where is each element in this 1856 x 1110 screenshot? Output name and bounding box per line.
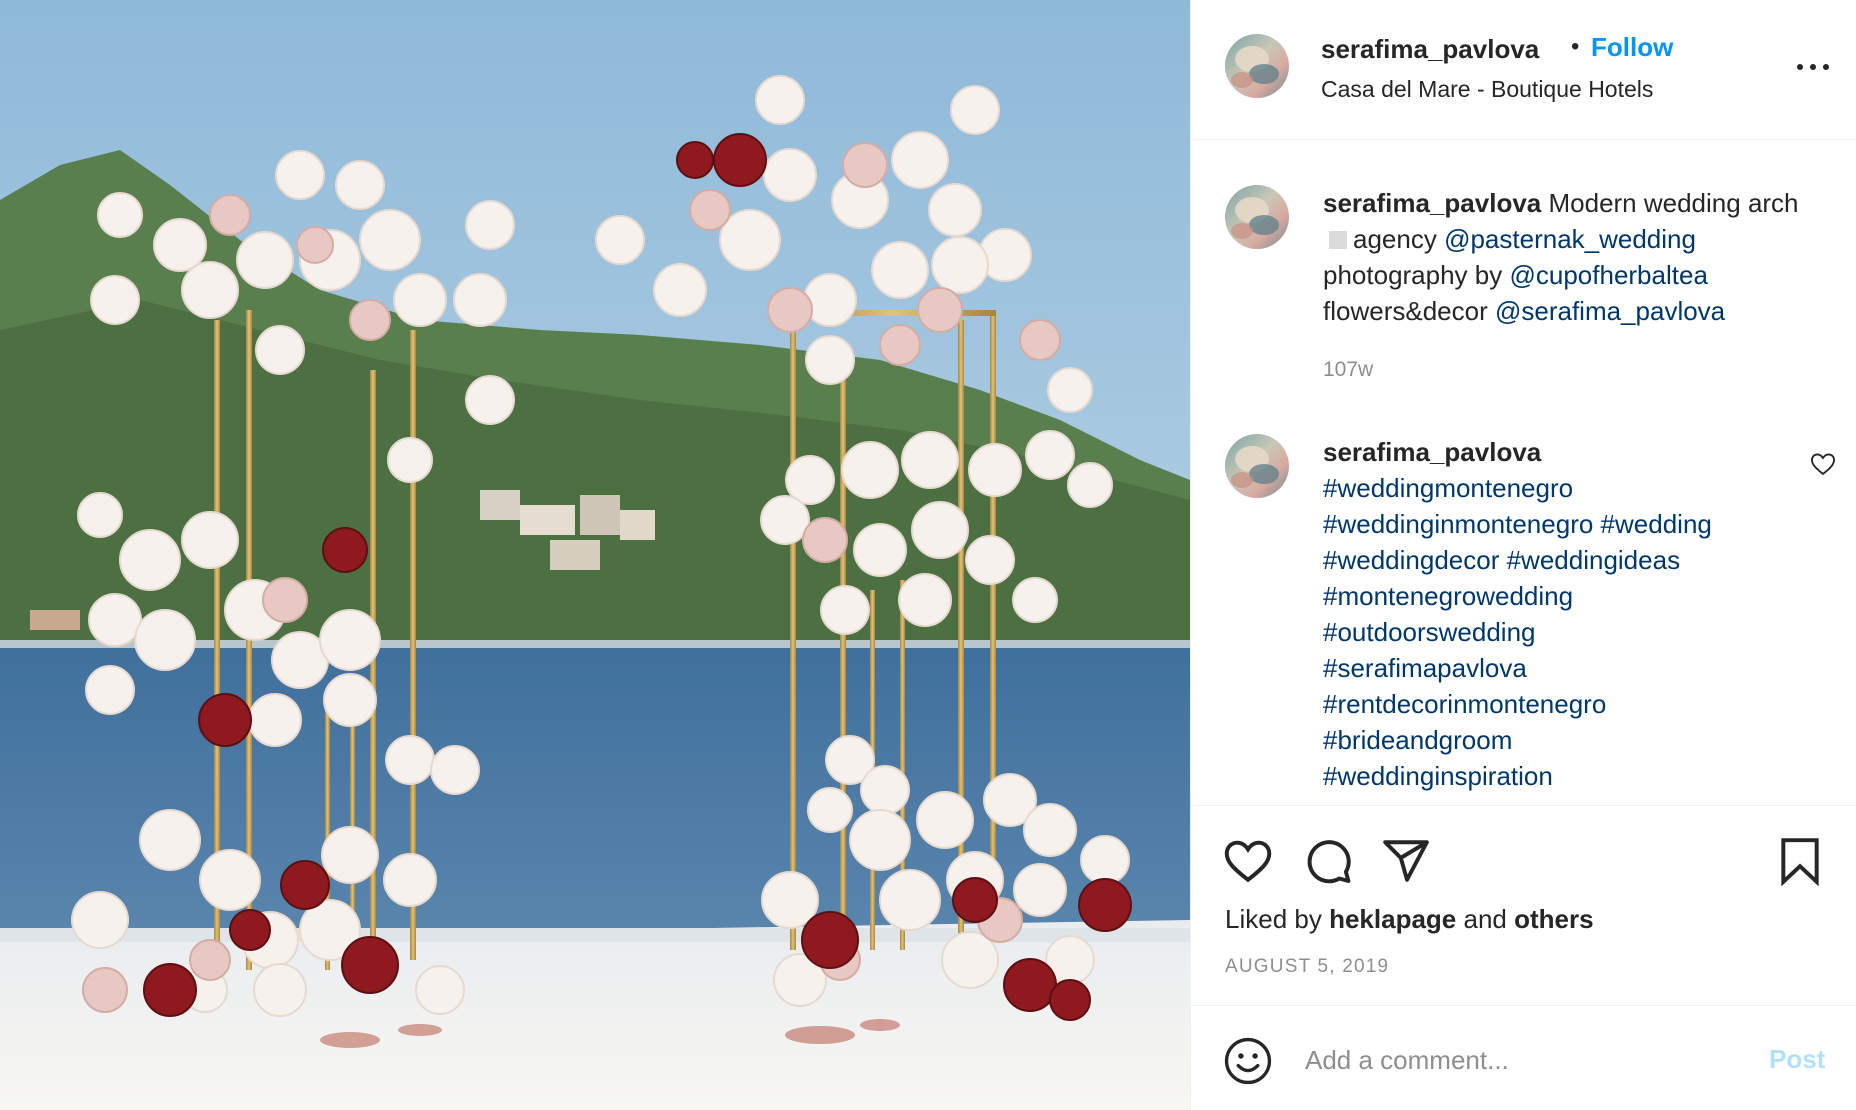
caption-body-2: agency (1353, 224, 1437, 254)
mention-photographer[interactable]: @cupofherbaltea (1509, 260, 1707, 290)
mention-decor[interactable]: @serafima_pavlova (1495, 296, 1725, 326)
avatar[interactable] (1225, 34, 1289, 98)
comment-input[interactable] (1303, 1036, 1747, 1084)
post-side-panel: serafima_pavlova • Follow Casa del Mare … (1190, 0, 1856, 1110)
comment-avatar[interactable] (1225, 434, 1289, 498)
hashtag[interactable]: #weddingmontenegro (1323, 473, 1573, 503)
comment-icon[interactable] (1303, 836, 1353, 886)
caption-avatar[interactable] (1225, 185, 1289, 249)
header-separator: • (1571, 33, 1580, 60)
heart-icon[interactable] (1223, 836, 1273, 886)
location-link[interactable]: Casa del Mare - Boutique Hotels (1321, 76, 1653, 103)
comment-username[interactable]: serafima_pavlova (1323, 437, 1541, 467)
caption-body-4: flowers&decor (1323, 296, 1488, 326)
mention-agency[interactable]: @pasternak_wedding (1444, 224, 1696, 254)
hashtag-comment: serafima_pavlova #weddingmontenegro #wed… (1323, 434, 1823, 794)
hashtag[interactable]: #montenegrowedding (1323, 581, 1573, 611)
follow-button[interactable]: Follow (1591, 32, 1673, 63)
caption-emoji-placeholder (1329, 231, 1347, 249)
instagram-post: serafima_pavlova • Follow Casa del Mare … (0, 0, 1856, 1110)
post-photo[interactable] (0, 0, 1190, 1110)
add-comment-bar: Post (1191, 1006, 1856, 1110)
comment-like-heart-icon[interactable] (1809, 450, 1837, 478)
liked-by-others[interactable]: others (1514, 904, 1593, 934)
bookmark-icon[interactable] (1775, 836, 1825, 886)
caption-body-3: photography by (1323, 260, 1503, 290)
caption-timestamp[interactable]: 107w (1323, 358, 1373, 382)
caption-username[interactable]: serafima_pavlova (1323, 188, 1541, 218)
hashtag[interactable]: #weddinginmontenegro (1323, 509, 1593, 539)
wedding-arch-photo (0, 0, 1190, 1110)
caption-body-1: Modern wedding arch (1548, 188, 1799, 218)
paper-plane-icon[interactable] (1381, 836, 1431, 886)
post-header: serafima_pavlova • Follow Casa del Mare … (1191, 0, 1856, 140)
header-username[interactable]: serafima_pavlova (1321, 34, 1539, 65)
hashtag[interactable]: #outdoorswedding (1323, 617, 1536, 647)
liked-by-user[interactable]: heklapage (1329, 904, 1456, 934)
post-actions: Liked by heklapage and others AUGUST 5, … (1191, 806, 1856, 1006)
post-date[interactable]: AUGUST 5, 2019 (1225, 956, 1389, 978)
hashtag[interactable]: #weddinginspiration (1323, 761, 1553, 791)
hashtag[interactable]: #weddingdecor (1323, 545, 1499, 575)
more-horizontal-icon[interactable] (1797, 56, 1831, 76)
liked-by-and: and (1463, 904, 1507, 934)
comments-list[interactable]: serafima_pavlova Modern wedding arch agen… (1191, 140, 1856, 806)
hashtag[interactable]: #weddingideas (1507, 545, 1680, 575)
liked-by: Liked by heklapage and others (1225, 904, 1594, 935)
smiley-icon[interactable] (1223, 1036, 1273, 1086)
hashtag[interactable]: #serafimapavlova (1323, 653, 1527, 683)
liked-by-prefix: Liked by (1225, 904, 1322, 934)
post-button[interactable]: Post (1769, 1044, 1825, 1075)
hashtag[interactable]: #rentdecorinmontenegro (1323, 689, 1606, 719)
hashtag[interactable]: #brideandgroom (1323, 725, 1512, 755)
hashtag[interactable]: #wedding (1601, 509, 1712, 539)
caption-text: serafima_pavlova Modern wedding arch agen… (1323, 185, 1823, 329)
